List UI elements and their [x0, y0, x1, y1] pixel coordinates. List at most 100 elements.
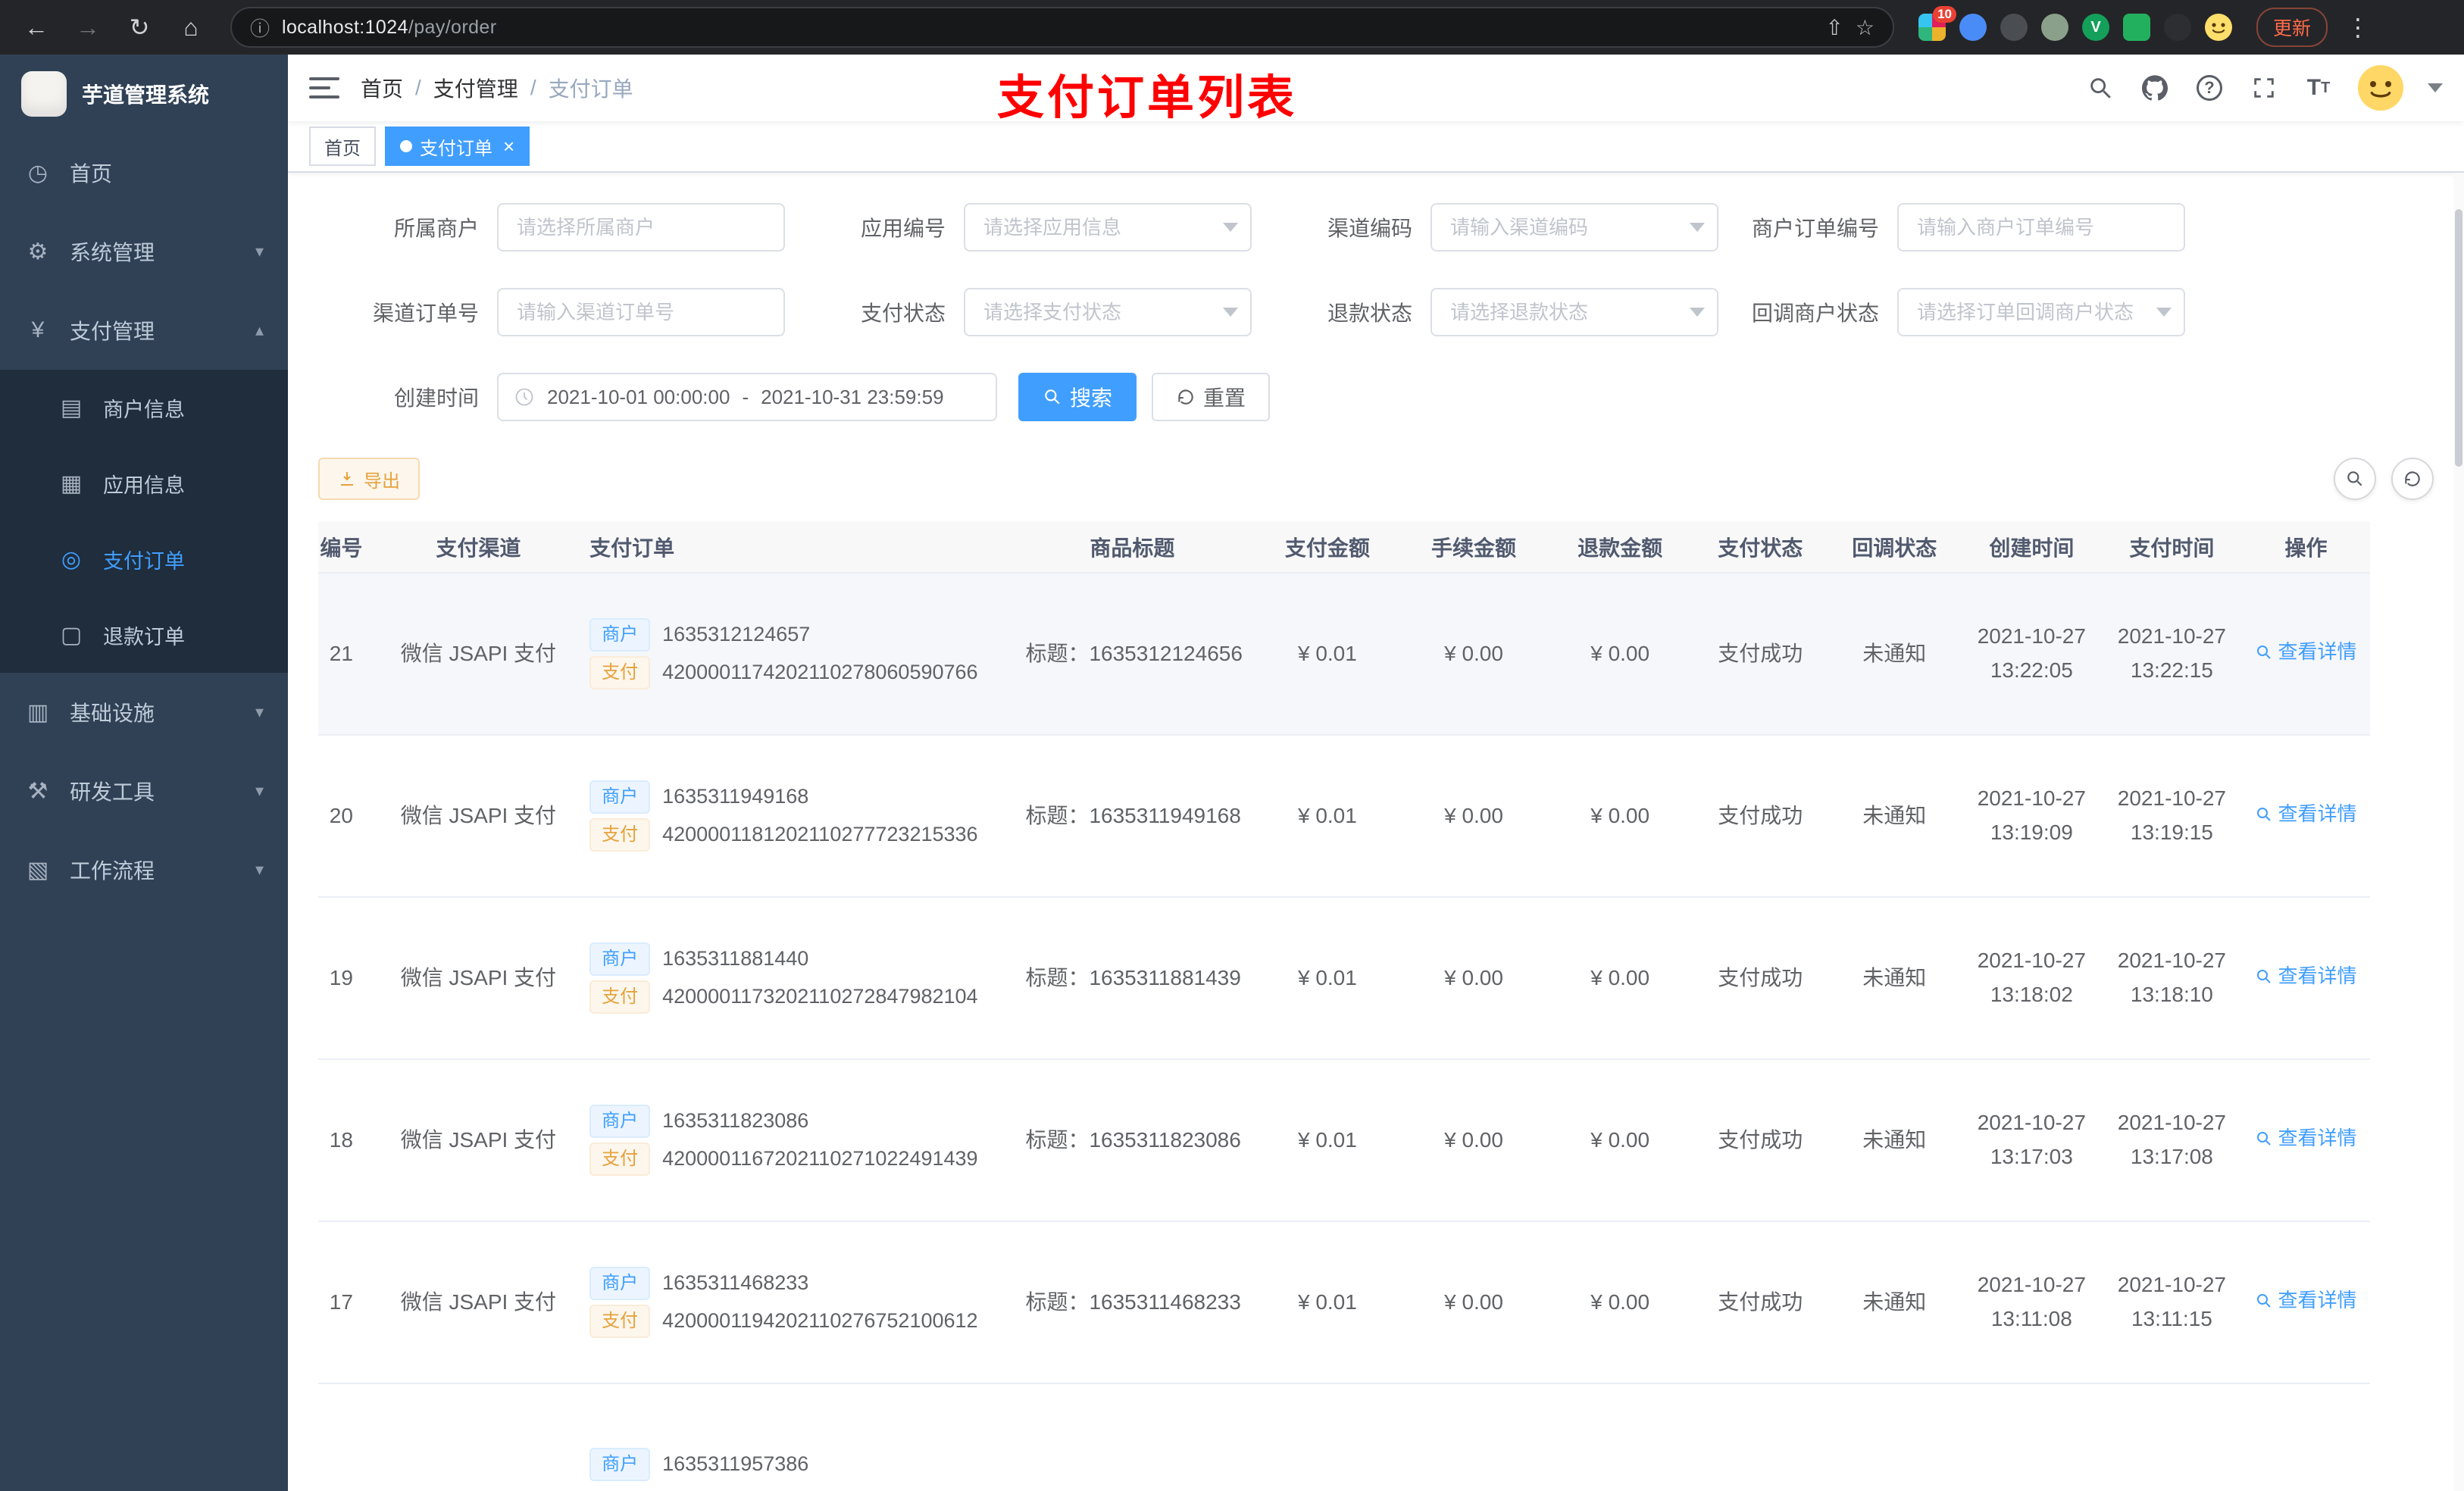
- date-range-picker[interactable]: 2021-10-01 00:00:00 - 2021-10-31 23:59:5…: [497, 373, 997, 421]
- page-scrollbar[interactable]: [2453, 173, 2464, 1491]
- home-icon[interactable]: ⌂: [170, 6, 212, 48]
- filter-label: 支付状态: [860, 302, 946, 325]
- extensions-puzzle-icon[interactable]: [2164, 14, 2191, 41]
- filter-pay-status: 支付状态: [785, 288, 1252, 336]
- extension-badge: 10: [1933, 6, 1956, 23]
- view-detail-label: 查看详情: [2278, 964, 2357, 987]
- breadcrumb-payment[interactable]: 支付管理: [433, 73, 518, 103]
- refresh-button[interactable]: [2391, 458, 2434, 500]
- breadcrumb-home[interactable]: 首页: [361, 73, 403, 103]
- reload-icon[interactable]: ↻: [118, 6, 161, 48]
- sidebar-item-pay-order[interactable]: ◎ 支付订单: [0, 521, 288, 597]
- pay-order-no: 4200001174202110278060590766: [662, 661, 978, 684]
- merchant-order-no: 1635312124657: [662, 623, 811, 646]
- pay-status-select[interactable]: [964, 288, 1252, 336]
- info-icon[interactable]: ⓘ: [250, 14, 270, 42]
- app-navbar: 首页 / 支付管理 / 支付订单 支付订单列表 ? TT: [288, 55, 2464, 124]
- channel-order-no-input[interactable]: [497, 288, 785, 336]
- tab-close-icon[interactable]: ×: [503, 136, 514, 156]
- merchant-input[interactable]: [497, 203, 785, 252]
- reset-button-label: 重置: [1203, 386, 1246, 410]
- app-id-select[interactable]: [964, 203, 1252, 252]
- cell-actions: 查看详情: [2241, 897, 2370, 1060]
- filter-notify-status: 回调商户状态: [1718, 288, 2185, 336]
- view-detail-link[interactable]: 查看详情: [2255, 1123, 2356, 1155]
- table-row: 21 微信 JSAPI 支付 商户 1635312124657 支付 4200001…: [318, 573, 2370, 736]
- github-icon[interactable]: [2140, 73, 2170, 103]
- search-button[interactable]: 搜索: [1018, 373, 1137, 421]
- font-size-icon[interactable]: TT: [2303, 73, 2334, 103]
- user-avatar[interactable]: [2358, 65, 2403, 111]
- cell-paid: 2021-10-27 13:17:08: [2101, 1059, 2242, 1222]
- sidebar-item-infrastructure[interactable]: ▥ 基础设施 ▾: [0, 673, 288, 752]
- back-icon[interactable]: ←: [15, 6, 58, 48]
- pay-order-no: 4200001194202110276752100612: [662, 1309, 978, 1333]
- col-pay-order: 支付订单: [571, 521, 1011, 574]
- view-detail-link[interactable]: 查看详情: [2255, 1285, 2356, 1317]
- pay-order-no: 4200001167202110271022491439: [662, 1147, 978, 1171]
- extension-icon-multicolor[interactable]: 10: [1918, 6, 1956, 41]
- filter-label: 渠道订单号: [372, 302, 479, 325]
- notify-status-select[interactable]: [1897, 288, 2185, 336]
- sidebar-item-merchant-info[interactable]: ▤ 商户信息: [0, 370, 288, 445]
- infrastructure-icon: ▥: [27, 699, 49, 725]
- extension-icon-green-square[interactable]: [2123, 14, 2150, 41]
- channel-code-select[interactable]: [1431, 203, 1718, 252]
- merchant-order-no-input[interactable]: [1897, 203, 2185, 252]
- export-button[interactable]: 导出: [318, 458, 420, 500]
- cell-status: [1693, 1383, 1828, 1491]
- extension-icon-sage[interactable]: [2041, 14, 2068, 41]
- scrollbar-thumb[interactable]: [2455, 209, 2462, 467]
- tab-home[interactable]: 首页: [309, 127, 376, 166]
- sidebar-item-payment[interactable]: ¥ 支付管理 ▴: [0, 291, 288, 370]
- browser-update-button[interactable]: 更新: [2256, 8, 2328, 47]
- cell-status: 支付成功: [1693, 735, 1828, 898]
- forward-icon[interactable]: →: [67, 6, 109, 48]
- view-detail-link[interactable]: 查看详情: [2255, 961, 2356, 992]
- cell-notify: 未通知: [1827, 1059, 1962, 1222]
- sidebar-item-devtools[interactable]: ⚒ 研发工具 ▾: [0, 752, 288, 830]
- sidebar-item-workflow[interactable]: ▧ 工作流程 ▾: [0, 830, 288, 909]
- sidebar-item-label: 基础设施: [70, 702, 155, 725]
- breadcrumb: 首页 / 支付管理 / 支付订单: [361, 73, 633, 103]
- filter-label: 渠道编码: [1327, 217, 1412, 240]
- pay-tag: 支付: [589, 1142, 651, 1176]
- help-icon[interactable]: ?: [2194, 73, 2225, 103]
- tab-pay-order[interactable]: 支付订单 ×: [385, 127, 530, 166]
- breadcrumb-current: 支付订单: [548, 77, 633, 101]
- address-bar[interactable]: ⓘ localhost:1024/pay/order ⇧ ☆: [230, 7, 1894, 48]
- extension-icon-dark[interactable]: [2000, 14, 2028, 41]
- extension-icon-blue[interactable]: [1959, 14, 1987, 41]
- sidebar-item-home[interactable]: ◷ 首页: [0, 133, 288, 212]
- cell-amount: [1254, 1383, 1401, 1491]
- extension-icon-green-check[interactable]: V: [2082, 14, 2109, 41]
- profile-avatar-emoji[interactable]: [2205, 14, 2232, 41]
- refund-status-select[interactable]: [1431, 288, 1718, 336]
- filter-refund-status: 退款状态: [1252, 288, 1718, 336]
- url-text[interactable]: localhost:1024/pay/order: [282, 17, 1813, 39]
- view-detail-link[interactable]: 查看详情: [2255, 799, 2356, 830]
- sidebar-item-app-info[interactable]: ▦ 应用信息: [0, 445, 288, 521]
- url-path: /pay/order: [408, 16, 497, 38]
- hide-search-button[interactable]: [2334, 458, 2376, 500]
- dashboard-icon: ◷: [27, 160, 48, 186]
- sidebar-fold-icon[interactable]: [309, 77, 339, 98]
- filter-label: 应用编号: [860, 217, 946, 240]
- browser-menu-icon[interactable]: ⋮: [2337, 6, 2379, 48]
- cell-refund: [1546, 1383, 1693, 1491]
- reset-button[interactable]: 重置: [1152, 373, 1271, 421]
- sidebar-item-system[interactable]: ⚙ 系统管理 ▾: [0, 212, 288, 291]
- cell-fee: [1400, 1383, 1547, 1491]
- share-icon[interactable]: ⇧: [1825, 15, 1843, 40]
- fullscreen-icon[interactable]: [2249, 73, 2279, 103]
- bookmark-star-icon[interactable]: ☆: [1856, 15, 1875, 40]
- sidebar-item-refund-order[interactable]: ▢ 退款订单: [0, 597, 288, 673]
- user-menu-caret-icon[interactable]: [2428, 83, 2443, 92]
- cell-actions: [2241, 1383, 2370, 1491]
- search-icon[interactable]: [2085, 73, 2115, 103]
- chevron-up-icon: ▴: [255, 320, 264, 339]
- view-detail-link[interactable]: 查看详情: [2255, 636, 2356, 668]
- app-logo[interactable]: 芋道管理系统: [0, 55, 288, 133]
- view-detail-label: 查看详情: [2278, 802, 2357, 825]
- cell-channel: 微信 JSAPI 支付: [385, 1221, 572, 1384]
